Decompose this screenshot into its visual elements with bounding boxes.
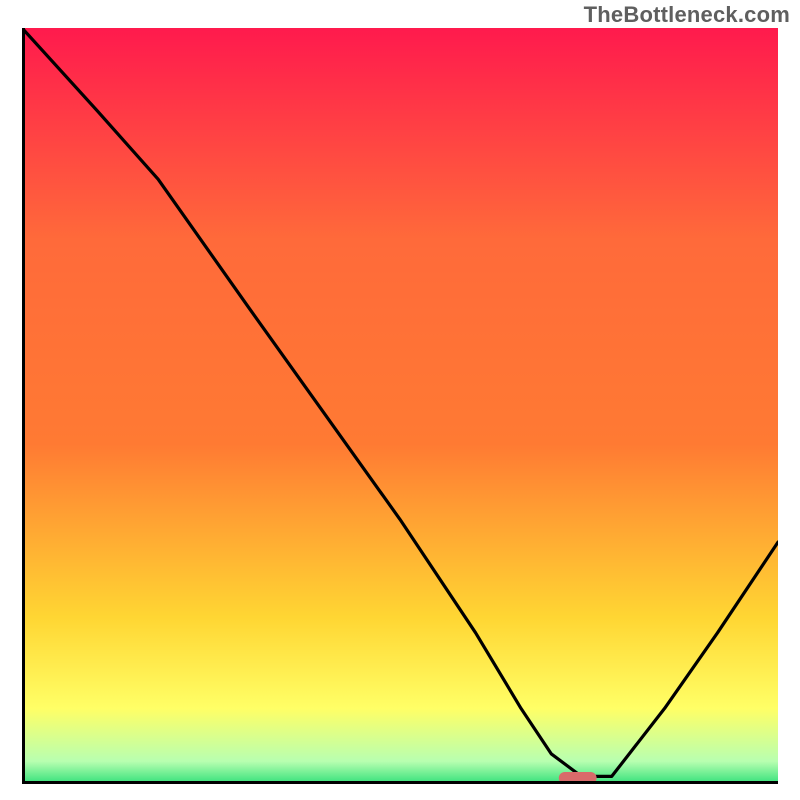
chart-frame: TheBottleneck.com bbox=[0, 0, 800, 800]
gradient-background bbox=[22, 28, 778, 784]
attribution-text: TheBottleneck.com bbox=[584, 2, 790, 28]
chart-plot bbox=[22, 28, 778, 784]
bottleneck-chart-svg bbox=[22, 28, 778, 784]
